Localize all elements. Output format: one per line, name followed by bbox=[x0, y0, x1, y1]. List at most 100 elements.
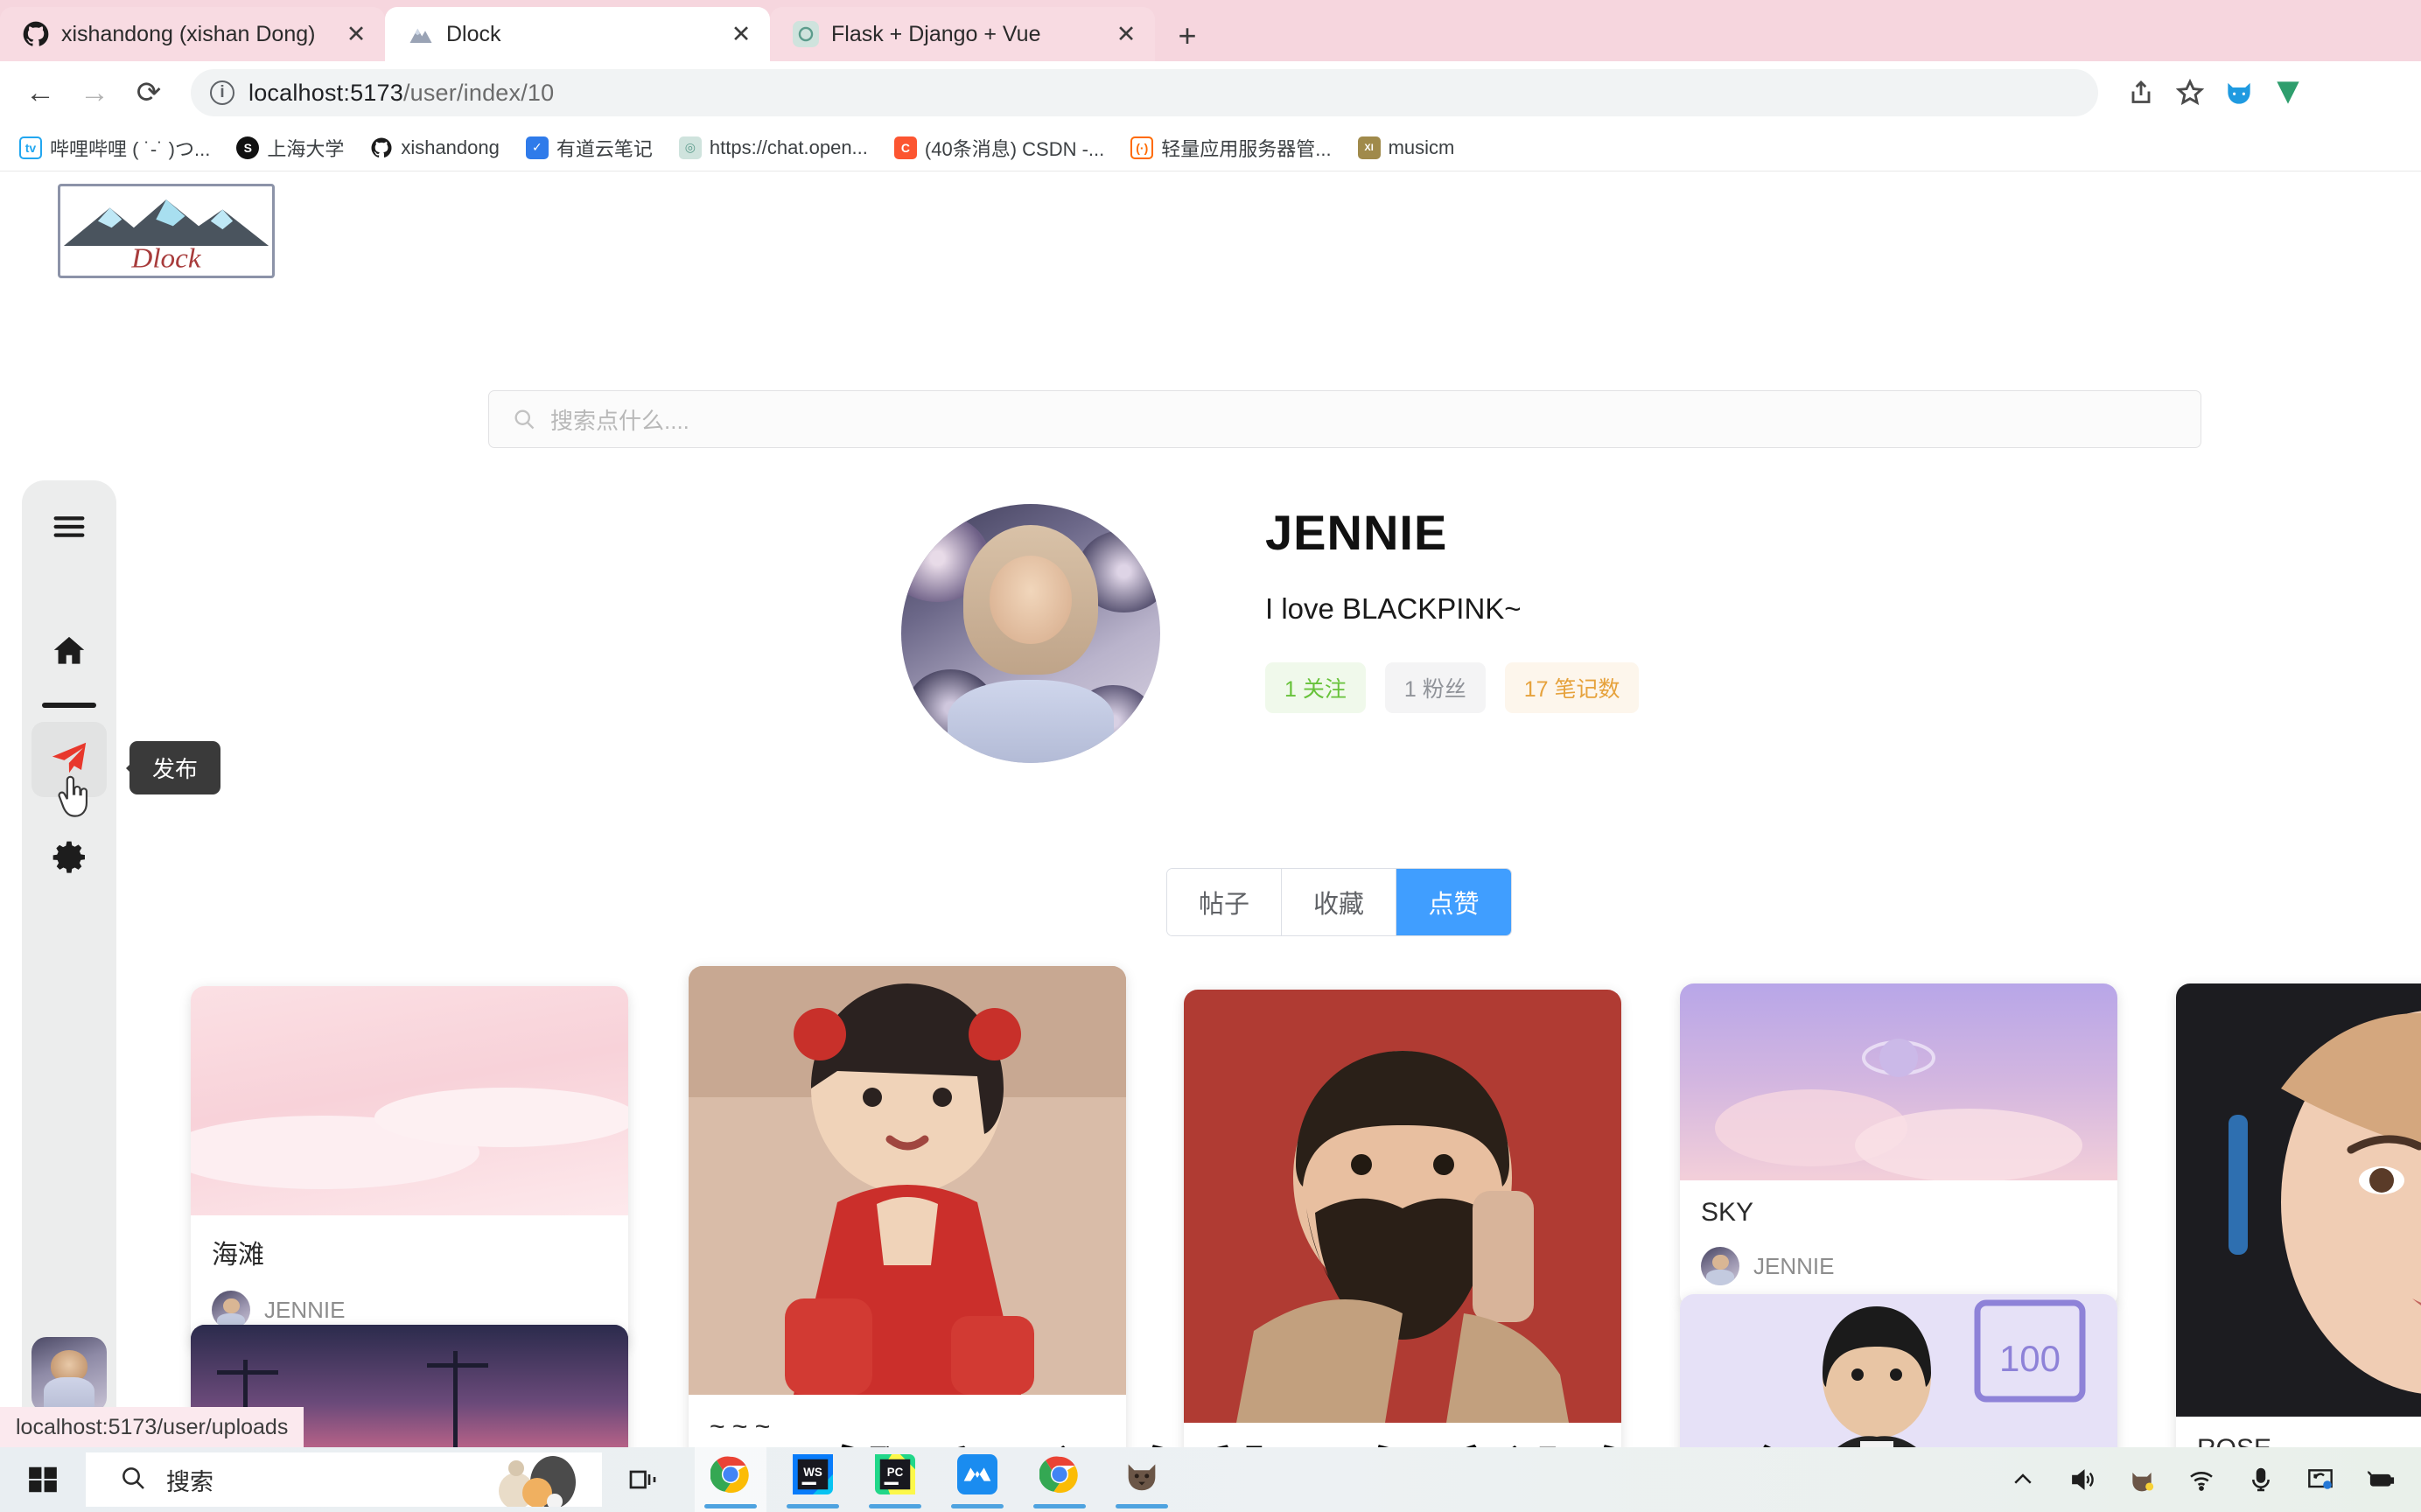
bookmark-item[interactable]: tv 哔哩哔哩 ( ˙-˙ )つ... bbox=[19, 134, 210, 162]
tab-posts[interactable]: 帖子 bbox=[1167, 869, 1282, 935]
volume-icon[interactable] bbox=[2064, 1461, 2101, 1498]
bookmark-label: 哔哩哔哩 ( ˙-˙ )つ... bbox=[50, 137, 211, 160]
browser-tab-title: xishandong (xishan Dong) bbox=[61, 21, 316, 46]
back-button[interactable]: ← bbox=[16, 68, 65, 117]
url-path: /user/index/10 bbox=[402, 79, 555, 106]
page-title: JENNIE bbox=[1265, 505, 1448, 560]
site-info-icon[interactable]: i bbox=[210, 80, 234, 105]
windows-taskbar: 搜索 WS PC bbox=[0, 1447, 2421, 1512]
search-placeholder: 搜索点什么.... bbox=[550, 407, 689, 434]
bookmark-item[interactable]: S 上海大学 bbox=[236, 134, 344, 162]
address-bar[interactable]: i localhost:5173/user/index/10 bbox=[191, 69, 2098, 116]
card-image bbox=[1680, 984, 2117, 1180]
music-icon: XI bbox=[1357, 136, 1381, 159]
browser-tab-1[interactable]: xishandong (xishan Dong) ✕ bbox=[0, 7, 385, 61]
status-badge-followers[interactable]: 1 粉丝 bbox=[1384, 662, 1486, 713]
bookmark-label: (40条消息) CSDN -... bbox=[924, 137, 1105, 160]
bookmark-star-icon[interactable] bbox=[2168, 71, 2212, 115]
card-image bbox=[191, 986, 628, 1215]
browser-tab-3[interactable]: Flask + Django + Vue ✕ bbox=[770, 7, 1155, 61]
card-body: SKY JENNIE bbox=[1680, 1180, 2117, 1308]
sidebar-item-home[interactable] bbox=[31, 615, 107, 690]
close-icon[interactable]: ✕ bbox=[341, 22, 371, 46]
avatar[interactable] bbox=[1701, 1247, 1739, 1285]
card-image bbox=[1184, 990, 1621, 1423]
browser-tab-strip: xishandong (xishan Dong) ✕ Dlock ✕ Flask… bbox=[0, 0, 2421, 61]
taskbar-apps: WS PC bbox=[695, 1447, 1178, 1512]
start-button[interactable] bbox=[0, 1463, 86, 1496]
screen: xishandong (xishan Dong) ✕ Dlock ✕ Flask… bbox=[0, 0, 2421, 1512]
bookmark-item[interactable]: (·) 轻量应用服务器管... bbox=[1130, 134, 1332, 162]
bookmark-item[interactable]: xishandong bbox=[370, 136, 500, 159]
profile-header: JENNIE I love BLACKPINK~ 1 关注 1 粉丝 17 笔记… bbox=[901, 504, 1640, 763]
wifi-icon[interactable] bbox=[2183, 1461, 2220, 1498]
system-tray bbox=[2005, 1461, 2421, 1498]
github-icon bbox=[23, 21, 49, 47]
bookmark-label: 有道云笔记 bbox=[556, 137, 653, 160]
avatar[interactable] bbox=[212, 1291, 250, 1329]
card-meta: JENNIE bbox=[1701, 1247, 2096, 1285]
csdn-icon: C bbox=[893, 136, 917, 159]
extension-green-icon[interactable] bbox=[2266, 71, 2310, 115]
chatgpt-icon: ◎ bbox=[678, 136, 702, 159]
bookmark-label: musicm bbox=[1388, 136, 1455, 158]
taskbar-app-cat[interactable] bbox=[1106, 1447, 1178, 1512]
browser-tab-2[interactable]: Dlock ✕ bbox=[385, 7, 770, 61]
close-icon[interactable]: ✕ bbox=[726, 22, 756, 46]
avatar[interactable] bbox=[901, 504, 1160, 763]
new-tab-button[interactable]: + bbox=[1162, 10, 1213, 61]
cat-icon[interactable] bbox=[2124, 1461, 2160, 1498]
github-icon bbox=[370, 136, 394, 159]
status-badge-notes[interactable]: 17 笔记数 bbox=[1504, 662, 1640, 713]
taskbar-search[interactable]: 搜索 bbox=[86, 1452, 602, 1507]
card-item[interactable]: SKY JENNIE bbox=[1680, 984, 2117, 1308]
battery-icon[interactable] bbox=[2362, 1461, 2398, 1498]
screen-share-icon[interactable] bbox=[2302, 1461, 2339, 1498]
card-image: 100 bbox=[1680, 1294, 2117, 1447]
card-item[interactable]: 海滩 JENNIE bbox=[191, 986, 628, 1352]
card-item[interactable]: 100 bbox=[1680, 1294, 2117, 1447]
bookmark-item[interactable]: C (40条消息) CSDN -... bbox=[893, 134, 1105, 162]
reload-button[interactable]: ⟳ bbox=[124, 68, 173, 117]
status-badge-following[interactable]: 1 关注 bbox=[1265, 662, 1366, 713]
task-view-button[interactable] bbox=[602, 1464, 686, 1495]
chevron-up-icon[interactable] bbox=[2005, 1461, 2041, 1498]
browser-status-bar: localhost:5173/user/uploads bbox=[0, 1407, 304, 1447]
bookmark-item[interactable]: ✓ 有道云笔记 bbox=[525, 134, 653, 162]
content-tabs: 帖子 收藏 点赞 bbox=[1166, 868, 1512, 936]
tab-likes[interactable]: 点赞 bbox=[1396, 869, 1511, 935]
logo-text: Dlock bbox=[130, 243, 201, 274]
card-grid: 海滩 JENNIE ~ ~ ~ SKY JENNIE 100 bbox=[0, 966, 2421, 1447]
browser-tab-title: Dlock bbox=[446, 21, 501, 46]
search-input[interactable]: 搜索点什么.... bbox=[488, 390, 2201, 448]
taskbar-app-chrome-2[interactable] bbox=[1024, 1447, 1095, 1512]
taskbar-app-blue[interactable] bbox=[941, 1447, 1013, 1512]
card-item[interactable]: ~ ~ ~ JENNIE bbox=[689, 966, 1126, 1447]
app-label: WS bbox=[803, 1466, 822, 1479]
bookmark-item[interactable]: ◎ https://chat.open... bbox=[678, 136, 868, 159]
sidebar-item-settings[interactable] bbox=[31, 822, 107, 897]
taskbar-app-pycharm[interactable]: PC bbox=[859, 1447, 931, 1512]
taskbar-app-chrome[interactable] bbox=[695, 1447, 766, 1512]
share-icon[interactable] bbox=[2119, 71, 2163, 115]
bookmark-label: 上海大学 bbox=[267, 137, 345, 160]
profile-bio: I love BLACKPINK~ bbox=[1265, 592, 1522, 625]
sidebar-item-menu[interactable] bbox=[31, 491, 107, 566]
taskbar-app-webstorm[interactable]: WS bbox=[777, 1447, 849, 1512]
bookmark-item[interactable]: XI musicm bbox=[1357, 136, 1455, 159]
extension-cat-icon[interactable] bbox=[2217, 71, 2261, 115]
gear-icon bbox=[50, 838, 88, 881]
tab-collections[interactable]: 收藏 bbox=[1282, 869, 1396, 935]
search-icon bbox=[512, 407, 536, 431]
close-icon[interactable]: ✕ bbox=[1111, 22, 1141, 46]
card-item[interactable]: 回锅炒辣椒 bbox=[1184, 990, 1621, 1447]
site-logo[interactable]: Dlock bbox=[58, 184, 275, 278]
address-bar-text: localhost:5173/user/index/10 bbox=[248, 80, 554, 107]
url-host: localhost:5173 bbox=[248, 79, 403, 106]
microphone-icon[interactable] bbox=[2243, 1461, 2279, 1498]
shu-icon: S bbox=[236, 136, 260, 159]
forward-button[interactable]: → bbox=[70, 68, 119, 117]
browser-tab-title: Flask + Django + Vue bbox=[831, 21, 1041, 46]
chatgpt-icon bbox=[793, 21, 819, 47]
card-item[interactable]: ROSE JENNIE bbox=[2176, 984, 2421, 1447]
